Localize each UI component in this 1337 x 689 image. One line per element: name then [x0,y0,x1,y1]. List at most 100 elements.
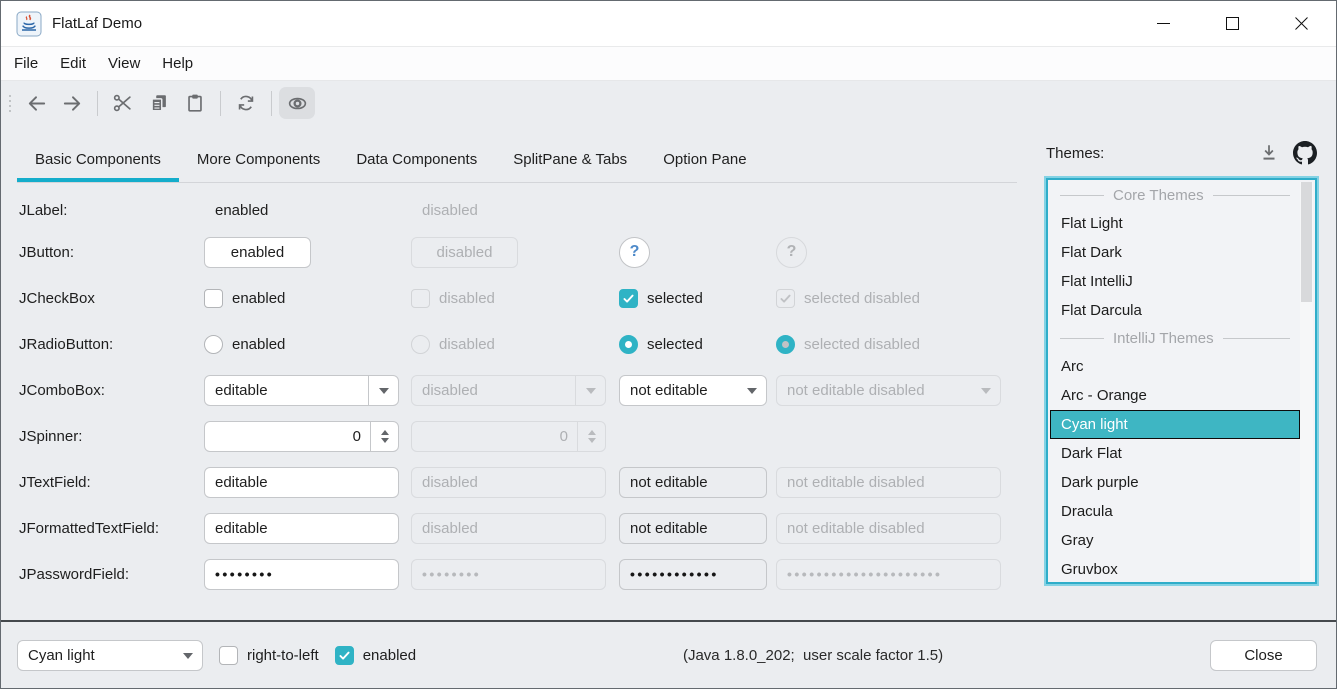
paste-button[interactable] [177,87,213,119]
cut-button[interactable] [105,87,141,119]
scrollbar-thumb[interactable] [1301,182,1312,302]
chevron-down-icon [368,376,398,405]
theme-group-separator-intellij-themes: IntelliJ Themes [1050,325,1300,352]
menu-bar: FileEditViewHelp [1,47,1336,81]
basic-components-panel: JLabel:enableddisabledJButton:enableddis… [17,183,1017,597]
cell: •••••••• [204,559,411,590]
checkbox-box [776,289,795,308]
spinner-down-icon [381,438,389,447]
textfield-editable[interactable]: editable [204,467,399,498]
cell: not editable disabled [776,467,1017,498]
github-button[interactable] [1293,141,1317,165]
show-hidden-toggle-button[interactable] [279,87,315,119]
checkbox-disabled[interactable]: disabled [411,289,495,308]
tab-splitpane-tabs[interactable]: SplitPane & Tabs [495,137,645,182]
textfield-disabled[interactable]: disabled [411,513,606,544]
enabled-checkbox[interactable]: enabled [335,646,416,665]
textfield-disabled[interactable]: disabled [411,467,606,498]
textfield-editable[interactable]: editable [204,513,399,544]
password-field-disabled-readonly[interactable]: ••••••••••••••••••••• [776,559,1001,590]
theme-arc[interactable]: Arc [1050,352,1300,381]
password-field-disabled[interactable]: •••••••• [411,559,606,590]
theme-dark-purple[interactable]: Dark purple [1050,468,1300,497]
menu-edit[interactable]: Edit [49,47,97,80]
radio-button-selected-disabled[interactable]: selected disabled [776,335,920,354]
right-to-left-checkbox[interactable]: right-to-left [219,646,319,665]
button-disabled[interactable]: disabled [411,237,518,268]
row-label: JLabel: [19,202,204,219]
checkbox-selected[interactable]: selected [619,289,703,308]
tab-basic-components[interactable]: Basic Components [17,137,179,182]
toolbar [1,81,1336,125]
maximize-button[interactable] [1198,1,1267,46]
theme-arc-orange[interactable]: Arc - Orange [1050,381,1300,410]
back-button[interactable] [18,87,54,119]
download-theme-button[interactable] [1258,142,1280,164]
radio-dot [782,341,789,348]
cell: enabled [204,202,411,219]
menu-view[interactable]: View [97,47,151,80]
radio-button-disabled[interactable]: disabled [411,335,495,354]
spinner[interactable]: 0 [204,421,399,452]
group-name: IntelliJ Themes [1113,330,1214,347]
radio-button-enabled[interactable]: enabled [204,335,285,354]
toolbar-separator [220,91,221,116]
textfield-not-editable-disabled[interactable]: not editable disabled [776,513,1001,544]
theme-dracula[interactable]: Dracula [1050,497,1300,526]
spinner-disabled[interactable]: 0 [411,421,606,452]
textfield-not-editable-disabled[interactable]: not editable disabled [776,467,1001,498]
menu-help[interactable]: Help [151,47,204,80]
menu-file[interactable]: File [3,47,49,80]
forward-button[interactable] [54,87,90,119]
close-button[interactable]: Close [1210,640,1317,671]
main-area: Basic ComponentsMore ComponentsData Comp… [1,125,1336,620]
question-mark: ? [787,243,797,261]
tab-option-pane[interactable]: Option Pane [645,137,764,182]
tab-more-components[interactable]: More Components [179,137,338,182]
cell: disabled [411,202,619,219]
control-label: enabled [232,336,285,353]
checkbox-selected-disabled[interactable]: selected disabled [776,289,920,308]
control-label: selected disabled [804,290,920,307]
toolbar-grip[interactable] [9,95,11,112]
cell: disabled [411,289,619,308]
row-label: JPasswordField: [19,566,204,583]
combobox-value: editable [215,382,268,399]
combobox-value: not editable [630,382,708,399]
theme-cyan-light[interactable]: Cyan light [1050,410,1300,439]
textfield-not-editable[interactable]: not editable [619,467,767,498]
component-row-jlabel: JLabel:enableddisabled [19,191,1017,229]
radio-button-selected[interactable]: selected [619,335,703,354]
button-enabled[interactable]: enabled [204,237,311,268]
combobox-disabled[interactable]: disabled [411,375,606,406]
help-button-disabled[interactable]: ? [776,237,807,268]
themes-header: Themes: [1046,137,1317,169]
java-app-icon [16,11,42,37]
component-row-jspinner: JSpinner:00 [19,413,1017,459]
theme-flat-darcula[interactable]: Flat Darcula [1050,296,1300,325]
theme-flat-light[interactable]: Flat Light [1050,209,1300,238]
theme-gruvbox[interactable]: Gruvbox [1050,555,1300,584]
close-window-button[interactable] [1267,1,1336,46]
theme-flat-intellij[interactable]: Flat IntelliJ [1050,267,1300,296]
textfield-not-editable[interactable]: not editable [619,513,767,544]
theme-gray[interactable]: Gray [1050,526,1300,555]
checkbox-box [619,289,638,308]
checkbox-enabled[interactable]: enabled [204,289,285,308]
theme-dark-flat[interactable]: Dark Flat [1050,439,1300,468]
tab-data-components[interactable]: Data Components [338,137,495,182]
copy-button[interactable] [141,87,177,119]
themes-scrollbar[interactable] [1300,182,1313,580]
theme-combobox[interactable]: Cyan light [17,640,203,671]
row-label: JCheckBox [19,290,204,307]
combobox-not-editable[interactable]: not editable [619,375,767,406]
password-field-readonly[interactable]: •••••••••••• [619,559,767,590]
cell: editable [204,467,411,498]
combobox-not-editable-disabled[interactable]: not editable disabled [776,375,1001,406]
minimize-button[interactable] [1129,1,1198,46]
combobox-editable[interactable]: editable [204,375,399,406]
help-button[interactable]: ? [619,237,650,268]
theme-flat-dark[interactable]: Flat Dark [1050,238,1300,267]
refresh-button[interactable] [228,87,264,119]
password-field[interactable]: •••••••• [204,559,399,590]
